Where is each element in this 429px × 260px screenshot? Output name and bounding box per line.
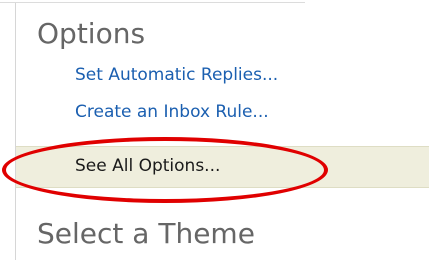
- options-panel: Options Set Automatic Replies... Create …: [0, 0, 429, 260]
- panel-left-border: [15, 3, 16, 260]
- set-automatic-replies-link[interactable]: Set Automatic Replies...: [75, 67, 278, 84]
- options-heading: Options: [37, 17, 146, 50]
- create-inbox-rule-link[interactable]: Create an Inbox Rule...: [75, 104, 269, 121]
- top-divider: [0, 2, 305, 3]
- see-all-options-label: See All Options...: [75, 156, 221, 176]
- select-theme-heading: Select a Theme: [37, 217, 255, 250]
- see-all-options-item[interactable]: See All Options...: [16, 146, 429, 188]
